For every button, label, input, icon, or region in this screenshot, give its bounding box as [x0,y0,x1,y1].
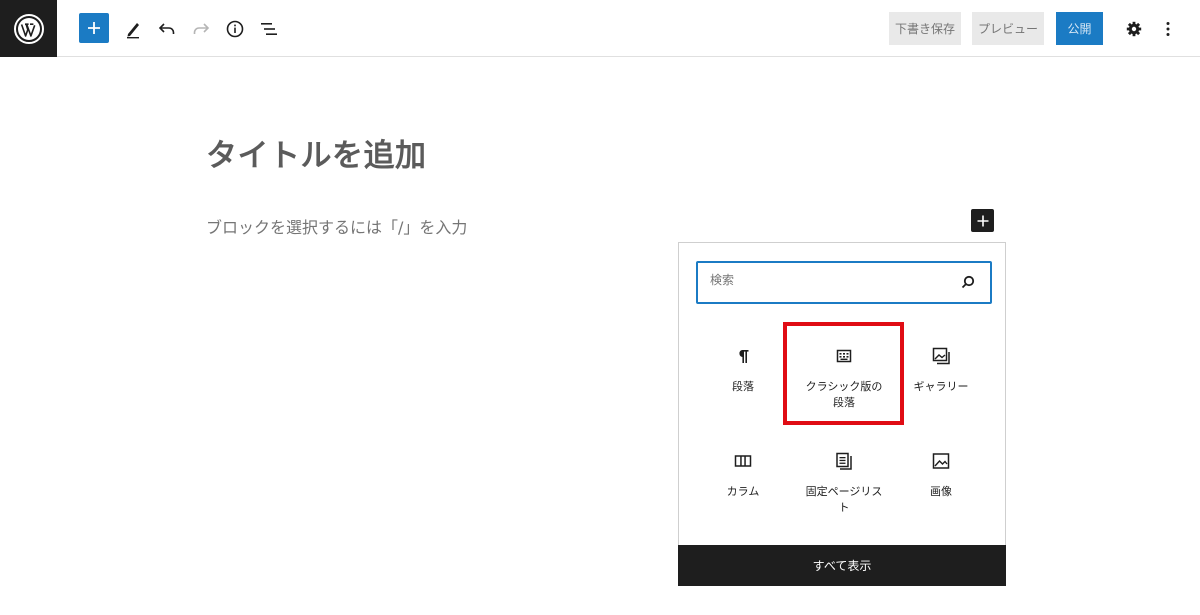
publish-button[interactable]: 公開 [1056,12,1103,45]
info-icon [226,20,244,37]
settings-button[interactable] [1121,12,1147,45]
block-search-input[interactable] [710,273,940,287]
page-list-icon [834,451,854,471]
plus-icon [977,215,988,226]
save-draft-button[interactable]: 下書き保存 [889,12,961,45]
block-appender[interactable]: ブロックを選択するには「/」を入力 [206,214,467,238]
inline-add-block-button[interactable] [971,209,994,232]
block-inserter-popover: 段落 クラシック版の段落 ギャラリー [678,242,1006,586]
add-block-button[interactable] [79,13,109,43]
plus-icon [88,22,100,34]
highlight-box [783,322,904,425]
undo-button[interactable] [154,12,180,45]
block-item-label: 画像 [930,485,952,498]
post-title-field[interactable]: タイトルを追加 [206,130,427,175]
redo-icon [193,22,210,34]
block-item-label: カラム [726,485,760,498]
block-search-box[interactable] [696,261,992,304]
wordpress-logo-button[interactable] [0,0,57,57]
list-view-icon [261,22,277,35]
search-icon [961,275,975,289]
columns-icon [733,451,753,471]
more-vertical-icon [1166,21,1170,36]
undo-icon [158,22,175,34]
block-item-label: 固定ページリスト [805,485,883,514]
list-view-button[interactable] [256,12,282,45]
block-item-label: ギャラリー [913,380,969,393]
image-icon [931,451,951,471]
details-button[interactable] [222,12,248,45]
block-item-image[interactable]: 画像 [890,433,992,529]
show-all-button[interactable]: すべて表示 [678,545,1006,586]
block-item-page-list[interactable]: 固定ページリスト [793,433,895,529]
block-item-paragraph[interactable]: 段落 [692,328,794,424]
options-button[interactable] [1155,12,1181,45]
tools-button[interactable] [120,12,146,45]
preview-button[interactable]: プレビュー [972,12,1044,45]
gallery-icon [931,346,951,366]
editor-toolbar: 下書き保存 プレビュー 公開 [0,0,1200,57]
block-item-columns[interactable]: カラム [692,433,794,529]
wordpress-icon [13,13,44,44]
block-item-label: 段落 [732,380,754,393]
paragraph-icon [733,346,753,366]
redo-button[interactable] [188,12,214,45]
block-item-gallery[interactable]: ギャラリー [890,328,992,424]
pencil-icon [127,22,139,38]
gear-icon [1126,21,1142,36]
